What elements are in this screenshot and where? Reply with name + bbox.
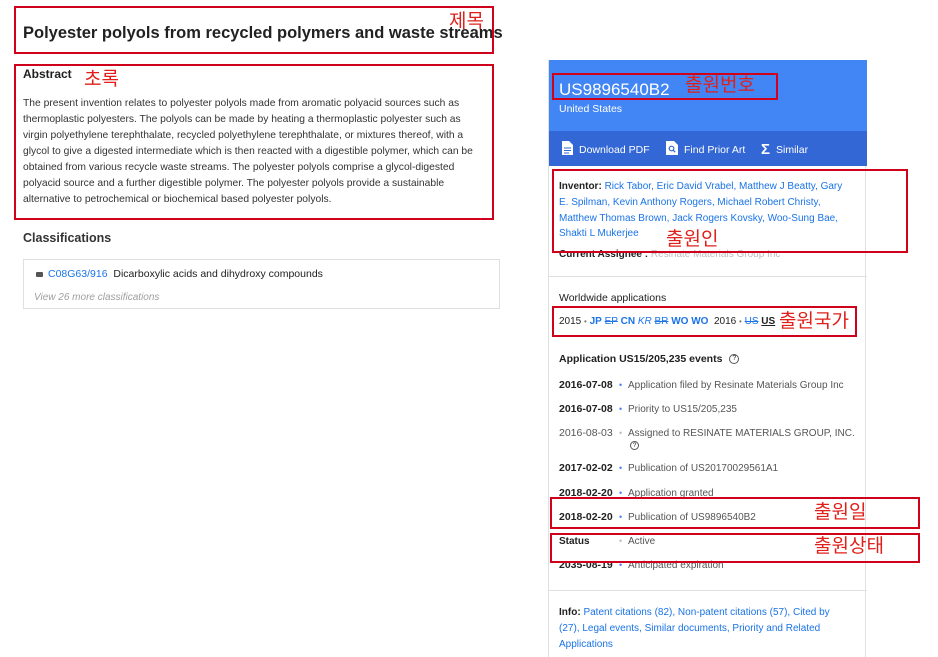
- annotation-box-applicant: [552, 169, 908, 253]
- sigma-icon: Σ: [761, 141, 771, 158]
- annotation-label-pub-number: 출원번호: [685, 74, 755, 96]
- classification-description: Dicarboxylic acids and dihydroxy compoun…: [113, 268, 323, 280]
- help-icon[interactable]: ?: [630, 441, 639, 450]
- info-section: Info: Patent citations (82), Non-patent …: [559, 605, 859, 652]
- info-label: Info:: [559, 607, 581, 618]
- events-heading-text: Application US15/205,235 events: [559, 353, 723, 365]
- classifications-heading: Classifications: [23, 231, 112, 245]
- annotation-label-status: 출원상태: [814, 535, 884, 557]
- event-text: Application filed by Resinate Materials …: [628, 380, 844, 391]
- event-text: Priority to US15/205,235: [628, 404, 737, 415]
- annotation-label-countries: 출원국가: [779, 310, 849, 332]
- event-dot: •: [619, 380, 623, 390]
- divider: [549, 276, 867, 277]
- event-dot: •: [619, 428, 623, 438]
- patent-side-panel: US9896540B2 United States Download PDF F…: [548, 60, 867, 657]
- divider: [549, 590, 867, 591]
- classification-row: C08G63/916 Dicarboxylic acids and dihydr…: [36, 268, 323, 280]
- find-prior-art-button[interactable]: Find Prior Art: [666, 141, 745, 158]
- download-pdf-label: Download PDF: [579, 143, 650, 156]
- info-link[interactable]: Applications: [559, 637, 859, 653]
- annotation-label-applicant: 출원인: [666, 228, 719, 250]
- worldwide-applications-heading: Worldwide applications: [559, 292, 667, 304]
- download-pdf-button[interactable]: Download PDF: [562, 141, 650, 158]
- events-heading: Application US15/205,235 events ?: [559, 353, 740, 365]
- bullet-icon: [36, 271, 43, 277]
- event-dot: •: [619, 404, 623, 414]
- classification-code-link[interactable]: C08G63/916: [48, 268, 108, 280]
- document-icon: [562, 141, 573, 158]
- event-date: 2017-02-02: [559, 462, 613, 474]
- help-icon[interactable]: ?: [729, 354, 740, 365]
- event-date: 2016-07-08: [559, 379, 613, 391]
- find-prior-art-label: Find Prior Art: [684, 143, 746, 156]
- annotation-box-abstract: [14, 64, 494, 220]
- annotation-label-title: 제목: [449, 10, 484, 32]
- event-text: Publication of US20170029561A1: [628, 463, 779, 474]
- similar-label: Similar: [776, 143, 809, 156]
- view-more-classifications-link[interactable]: View 26 more classifications: [34, 292, 159, 303]
- event-date: 2016-08-03: [559, 427, 613, 439]
- info-link[interactable]: Patent citations (82), Non-patent citati…: [583, 607, 829, 618]
- annotation-label-date: 출원일: [814, 501, 867, 523]
- annotation-box-title: [14, 6, 494, 54]
- similar-button[interactable]: Σ Similar: [761, 141, 808, 158]
- classifications-box: C08G63/916 Dicarboxylic acids and dihydr…: [23, 259, 500, 309]
- panel-actions-bar: Download PDF Find Prior Art Σ Similar: [549, 131, 867, 166]
- publication-country: United States: [559, 103, 623, 115]
- info-link[interactable]: (27), Legal events, Similar documents, P…: [559, 621, 859, 637]
- event-text: Assigned to RESINATE MATERIALS GROUP, IN…: [628, 428, 855, 439]
- search-document-icon: [666, 141, 678, 158]
- event-date: 2016-07-08: [559, 403, 613, 415]
- event-dot: •: [619, 463, 623, 473]
